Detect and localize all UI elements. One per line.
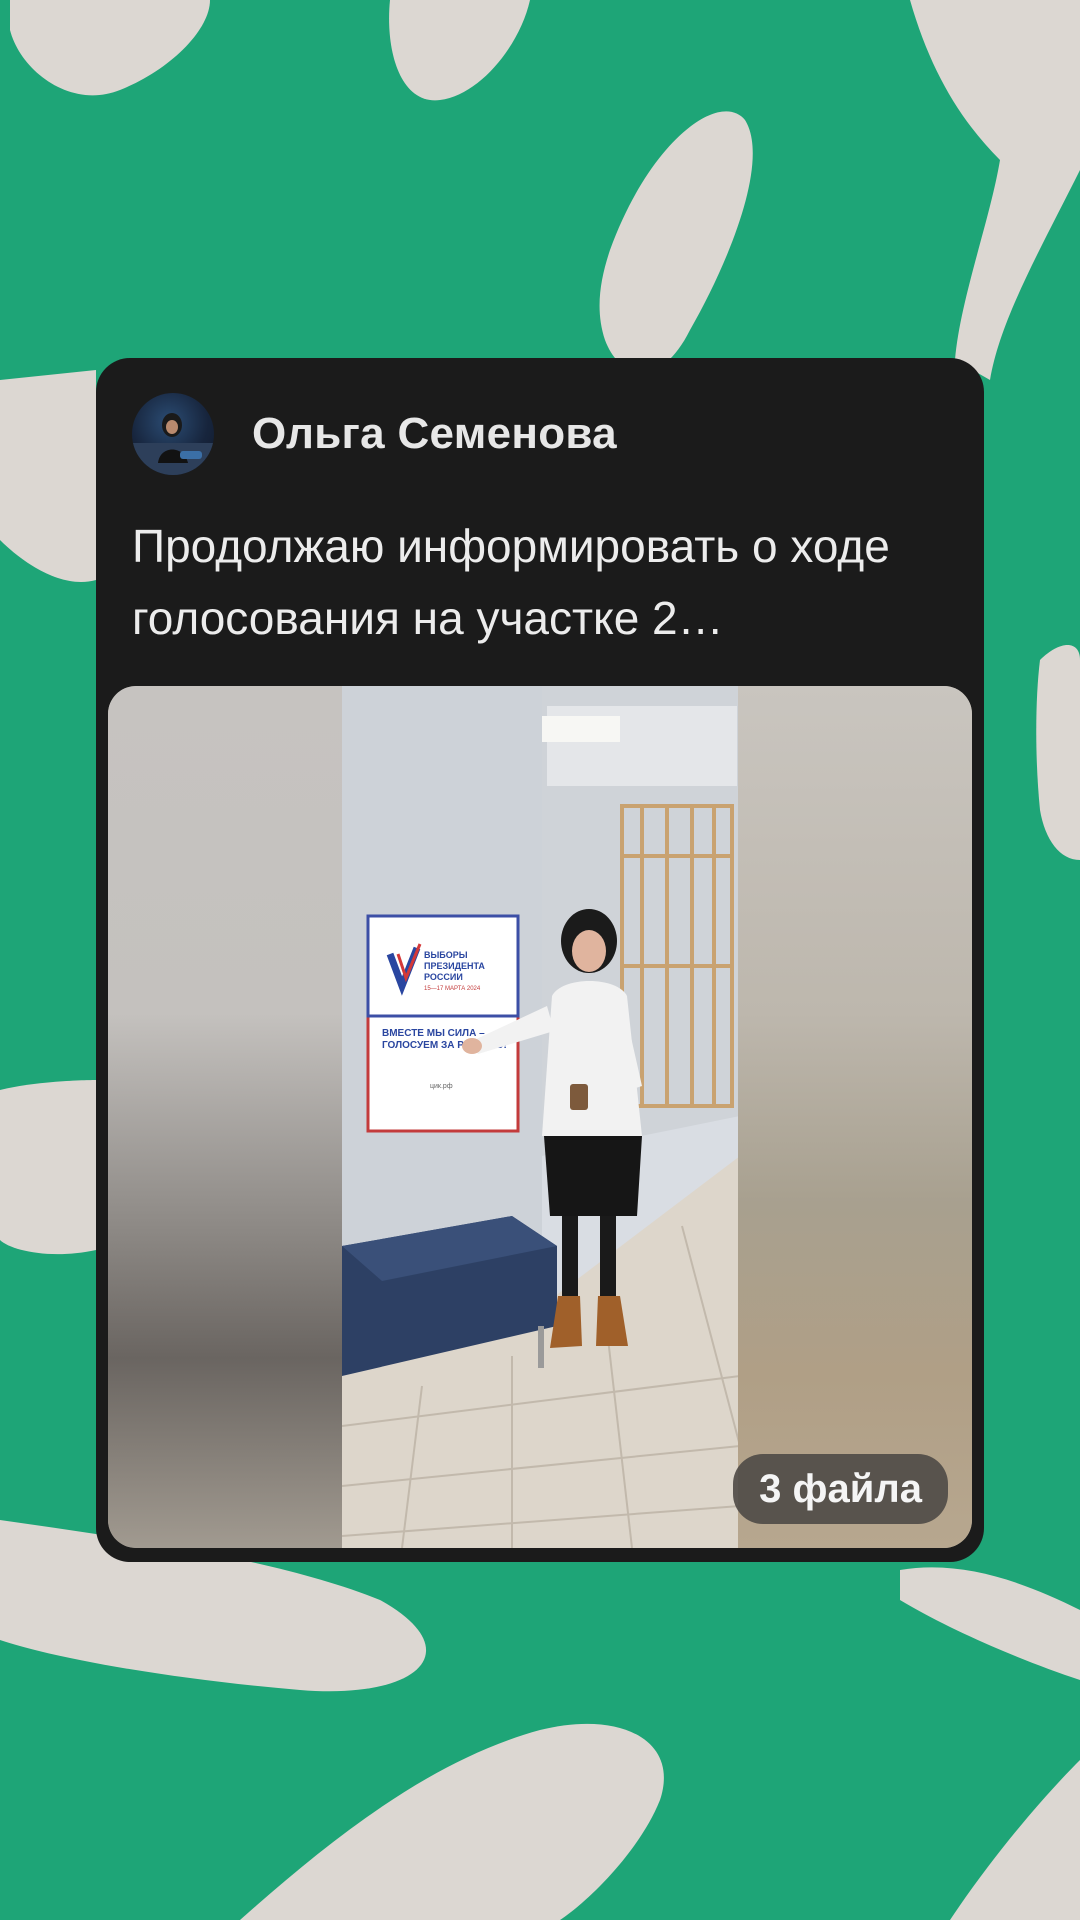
- media-blur-right: [738, 686, 972, 1548]
- svg-text:ВЫБОРЫ: ВЫБОРЫ: [424, 950, 468, 960]
- photo-thumbnail-icon: ВЫБОРЫ ПРЕЗИДЕНТА РОССИИ 15—17 МАРТА 202…: [342, 686, 740, 1548]
- svg-text:ВМЕСТЕ МЫ СИЛА –: ВМЕСТЕ МЫ СИЛА –: [382, 1028, 485, 1039]
- avatar[interactable]: [132, 393, 214, 475]
- post-header: Ольга Семенова: [132, 392, 617, 476]
- post-card[interactable]: Ольга Семенова Продолжаю информировать о…: [96, 358, 984, 1562]
- post-media[interactable]: ВЫБОРЫ ПРЕЗИДЕНТА РОССИИ 15—17 МАРТА 202…: [108, 686, 972, 1548]
- files-count-badge: 3 файла: [733, 1454, 948, 1524]
- svg-text:ПРЕЗИДЕНТА: ПРЕЗИДЕНТА: [424, 961, 485, 971]
- svg-text:15—17 МАРТА 2024: 15—17 МАРТА 2024: [424, 986, 481, 992]
- svg-text:цик.рф: цик.рф: [430, 1083, 453, 1090]
- user-avatar-icon: [132, 413, 214, 475]
- media-blur-left: [108, 686, 342, 1548]
- svg-text:РОССИИ: РОССИИ: [424, 972, 463, 982]
- author-name[interactable]: Ольга Семенова: [252, 409, 617, 459]
- post-text[interactable]: Продолжаю информировать о ходе голосован…: [132, 510, 942, 654]
